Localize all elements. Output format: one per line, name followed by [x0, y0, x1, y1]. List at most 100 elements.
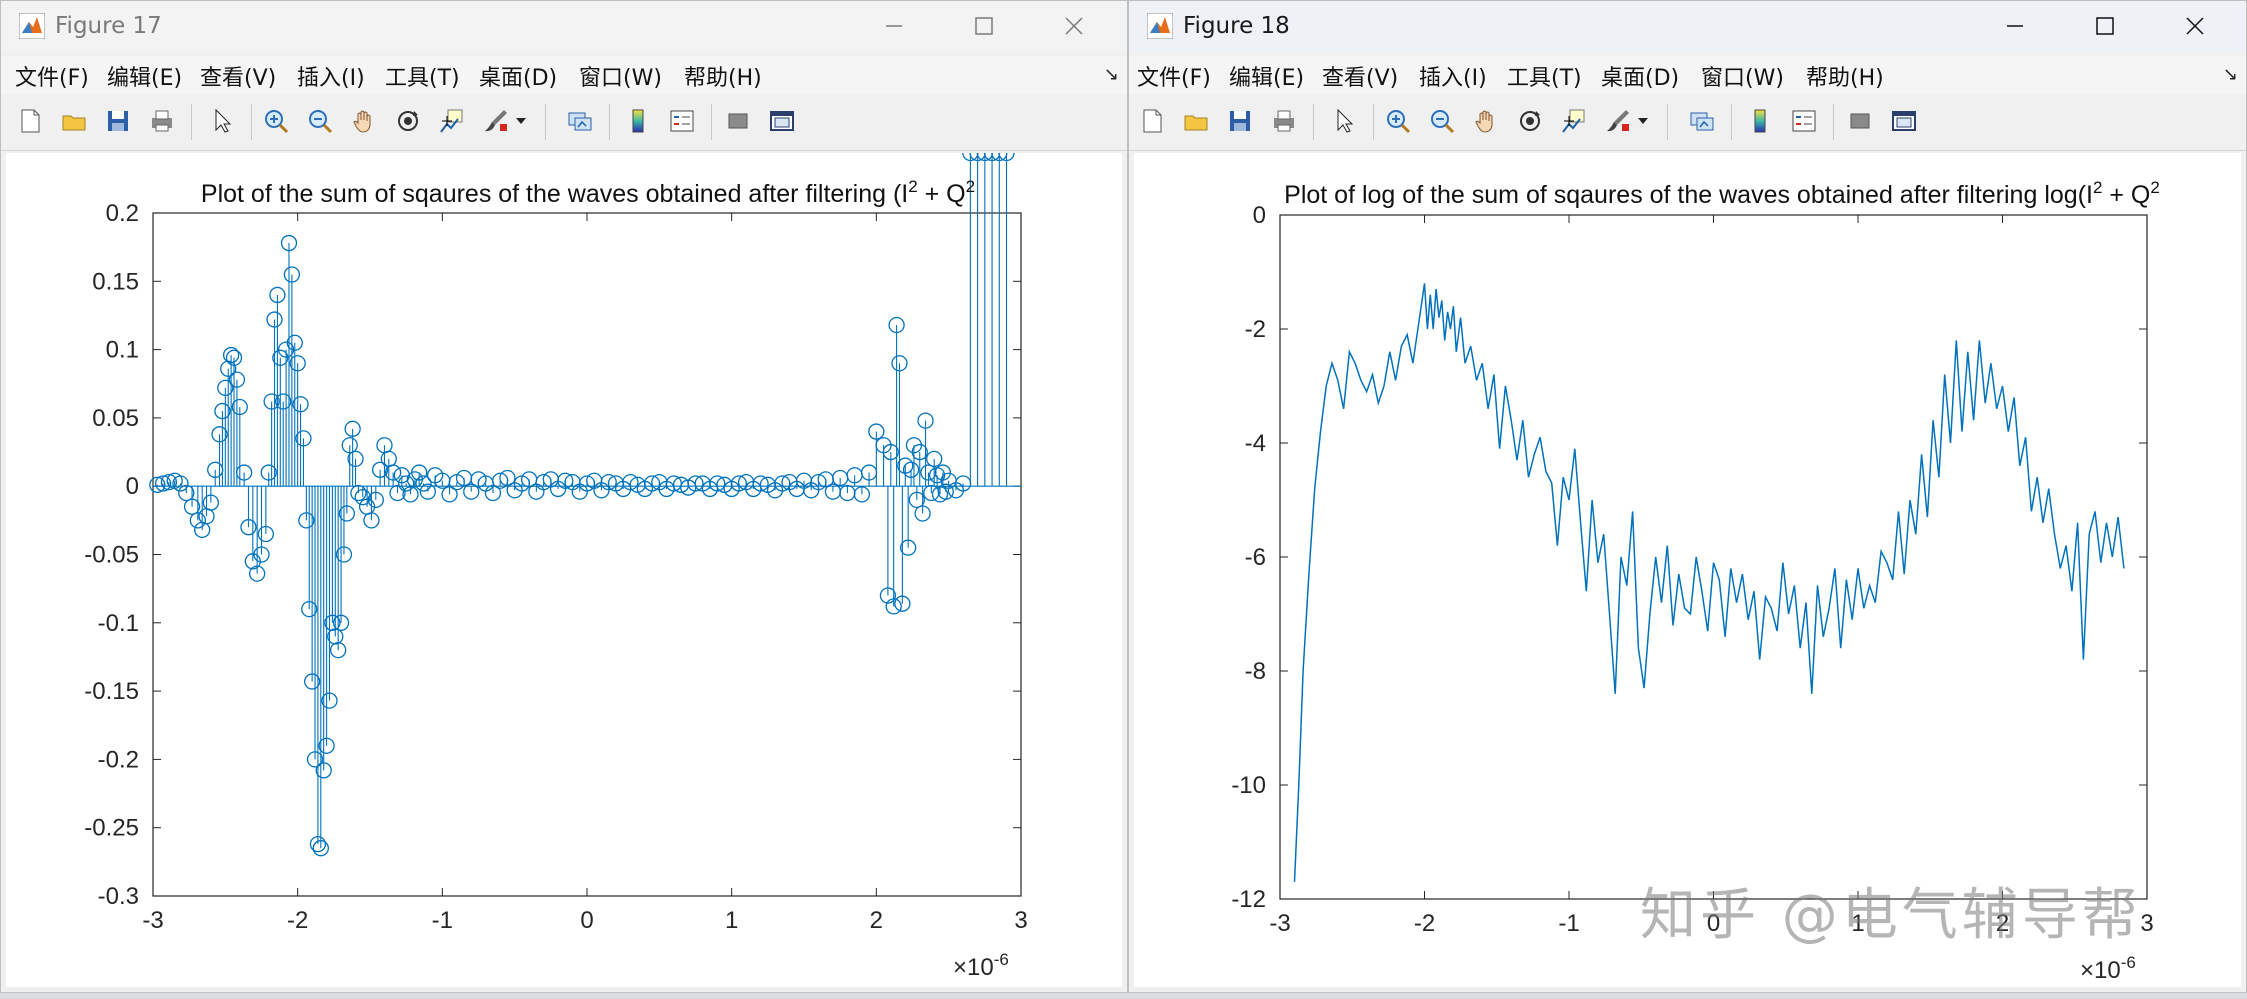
- menu-help[interactable]: 帮助(H): [684, 60, 762, 92]
- y-tick-label: -0.3: [98, 883, 139, 910]
- y-tick-label: -0.2: [98, 746, 139, 773]
- minimize-button[interactable]: [1970, 1, 2060, 51]
- y-tick-label: 0.15: [92, 268, 139, 295]
- print-button[interactable]: [145, 104, 179, 138]
- new-figure-button[interactable]: [1135, 104, 1169, 138]
- maximize-button[interactable]: [939, 1, 1029, 51]
- zoom-in-button[interactable]: [1381, 104, 1415, 138]
- zoom-in-icon: [1387, 110, 1411, 134]
- pan-hand-icon: [353, 110, 371, 133]
- show-plot-tools-button[interactable]: [1887, 104, 1921, 138]
- hide-plot-tools-button[interactable]: [1843, 104, 1877, 138]
- hide-plot-tools-icon: [1850, 113, 1870, 129]
- menu-desktop[interactable]: 桌面(D): [479, 60, 557, 92]
- menu-file[interactable]: 文件(F): [1137, 60, 1211, 92]
- menu-insert[interactable]: 插入(I): [297, 60, 365, 92]
- menu-insert[interactable]: 插入(I): [1419, 60, 1487, 92]
- edit-plot-button[interactable]: [1327, 104, 1361, 138]
- matlab-icon: [1147, 13, 1173, 39]
- close-button[interactable]: [1029, 1, 1119, 51]
- pan-button[interactable]: [1469, 104, 1503, 138]
- y-tick-label: -4: [1245, 430, 1266, 457]
- minimize-icon: [2007, 25, 2023, 27]
- show-plot-tools-icon: [1892, 111, 1916, 131]
- pointer-arrow-icon: [1337, 108, 1354, 133]
- y-tick-label: 0: [1253, 202, 1266, 229]
- window-title: Figure 17: [55, 13, 162, 39]
- x-exponent-label: ×10-6: [2080, 953, 2136, 984]
- figure-17-titlebar[interactable]: Figure 17: [1, 1, 1127, 51]
- insert-legend-button[interactable]: [1787, 104, 1821, 138]
- x-tick-label: 2: [870, 907, 883, 934]
- menu-view[interactable]: 查看(V): [200, 60, 276, 92]
- menu-window[interactable]: 窗口(W): [1701, 60, 1784, 92]
- y-tick-label: -0.1: [98, 610, 139, 637]
- menu-file[interactable]: 文件(F): [15, 60, 89, 92]
- x-exponent-label: ×10-6: [953, 950, 1009, 981]
- stem-chart[interactable]: -3 -2 -1 0 1 2 3 0.2 0.15 0.1 0.05 0 -0.05 -0.1 -0.15 -…: [6, 144, 1124, 989]
- menu-desktop[interactable]: 桌面(D): [1601, 60, 1679, 92]
- data-cursor-button[interactable]: [1557, 104, 1591, 138]
- insert-colorbar-button[interactable]: [1743, 104, 1777, 138]
- rotate-3d-button[interactable]: [1513, 104, 1547, 138]
- brush-icon: [485, 110, 507, 132]
- print-button[interactable]: [1267, 104, 1301, 138]
- figure-18-titlebar[interactable]: Figure 18: [1129, 1, 2246, 51]
- plot-area: -3 -2 -1 0 1 2 3 0.2 0.15 0.1 0.05 0 -0.05 -0.1 -0.15 -…: [6, 144, 1124, 989]
- open-file-button[interactable]: [1179, 104, 1213, 138]
- brush-button[interactable]: [1601, 104, 1635, 138]
- menu-window[interactable]: 窗口(W): [579, 60, 662, 92]
- new-figure-button[interactable]: [13, 104, 47, 138]
- matlab-icon: [19, 13, 45, 39]
- y-tick-label: -0.25: [84, 815, 139, 842]
- zoom-out-icon: [309, 110, 333, 134]
- maximize-button[interactable]: [2060, 1, 2150, 51]
- rotate-3d-icon: [398, 111, 418, 131]
- menu-view[interactable]: 查看(V): [1322, 60, 1398, 92]
- save-button[interactable]: [1223, 104, 1257, 138]
- open-file-button[interactable]: [57, 104, 91, 138]
- y-tick-label: -0.15: [84, 678, 139, 705]
- open-folder-icon: [1184, 115, 1208, 131]
- zoom-out-button[interactable]: [1425, 104, 1459, 138]
- menu-edit[interactable]: 编辑(E): [107, 60, 182, 92]
- show-plot-tools-button[interactable]: [765, 104, 799, 138]
- zoom-out-button[interactable]: [303, 104, 337, 138]
- x-tick-label: 3: [1014, 907, 1027, 934]
- link-plot-button[interactable]: [563, 104, 597, 138]
- dock-arrow-icon[interactable]: ↘: [2223, 64, 2238, 85]
- chevron-down-icon: [1638, 118, 1648, 124]
- rotate-3d-button[interactable]: [391, 104, 425, 138]
- x-tick-label: 3: [2140, 910, 2153, 937]
- figure-17-window: Figure 17 文件(F) 编辑(E) 查看(V) 插入(I) 工具(T) …: [0, 0, 1128, 993]
- hide-plot-tools-button[interactable]: [721, 104, 755, 138]
- insert-colorbar-button[interactable]: [621, 104, 655, 138]
- rotate-3d-icon: [1520, 111, 1540, 131]
- maximize-icon: [2096, 17, 2114, 35]
- link-plot-button[interactable]: [1685, 104, 1719, 138]
- x-tick-label: -1: [432, 907, 453, 934]
- pan-button[interactable]: [347, 104, 381, 138]
- save-button[interactable]: [101, 104, 135, 138]
- edit-plot-button[interactable]: [205, 104, 239, 138]
- save-icon: [1230, 111, 1250, 131]
- menu-tools[interactable]: 工具(T): [1507, 60, 1582, 92]
- dock-arrow-icon[interactable]: ↘: [1104, 64, 1119, 85]
- insert-legend-button[interactable]: [665, 104, 699, 138]
- menu-tools[interactable]: 工具(T): [385, 60, 460, 92]
- new-file-icon: [1143, 109, 1162, 133]
- minimize-button[interactable]: [849, 1, 939, 51]
- new-file-icon: [21, 109, 40, 133]
- link-plot-icon: [1690, 112, 1714, 131]
- zoom-in-button[interactable]: [259, 104, 293, 138]
- menu-edit[interactable]: 编辑(E): [1229, 60, 1304, 92]
- brush-dropdown-button[interactable]: [1631, 104, 1655, 138]
- zoom-in-icon: [265, 110, 289, 134]
- menu-help[interactable]: 帮助(H): [1806, 60, 1884, 92]
- line-chart[interactable]: -3 -2 -1 0 1 2 30-2-4-6-8-10-12 Plot of log of…: [1134, 153, 2243, 989]
- close-button[interactable]: [2150, 1, 2240, 51]
- data-cursor-button[interactable]: [435, 104, 469, 138]
- brush-dropdown-button[interactable]: [509, 104, 533, 138]
- brush-button[interactable]: [479, 104, 513, 138]
- colorbar-icon: [1754, 109, 1766, 133]
